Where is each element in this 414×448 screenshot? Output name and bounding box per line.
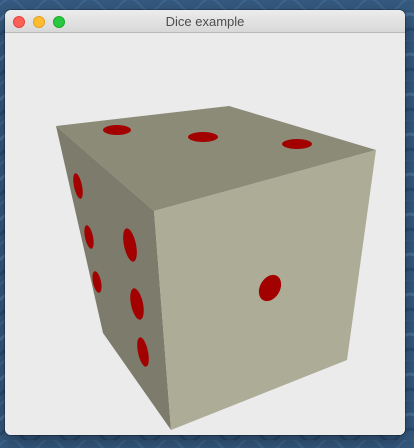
pip-top-2 [188,132,218,142]
dice-scene[interactable] [5,33,405,435]
window-title: Dice example [165,14,245,29]
pip-top-1 [103,125,131,135]
title-bar[interactable]: Dice example [5,10,405,33]
pip-top-3 [282,139,312,149]
die[interactable] [56,106,376,430]
3d-viewport[interactable] [5,33,405,435]
dice-window: Dice example [5,10,405,435]
